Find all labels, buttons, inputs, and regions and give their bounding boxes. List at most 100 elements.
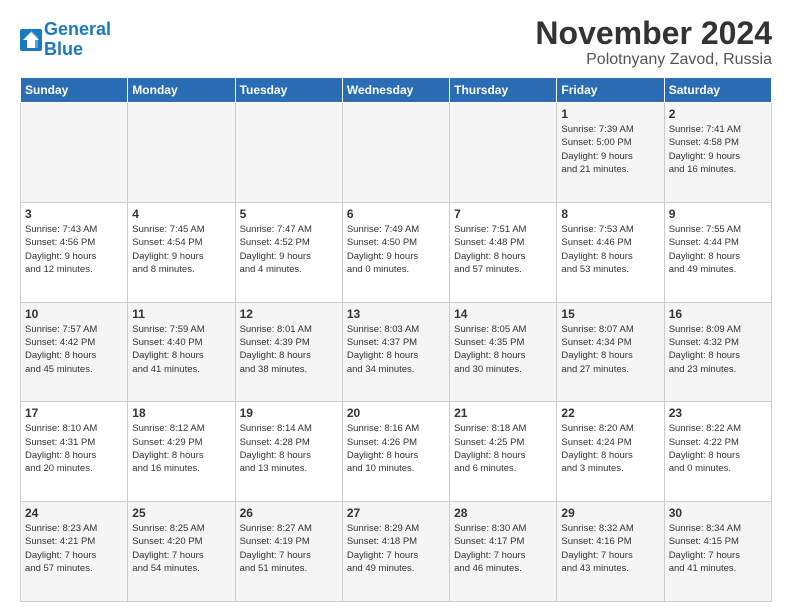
day-info: Sunrise: 7:39 AM Sunset: 5:00 PM Dayligh… bbox=[561, 123, 659, 176]
weekday-header-row: Sunday Monday Tuesday Wednesday Thursday… bbox=[21, 78, 772, 103]
day-number: 17 bbox=[25, 406, 123, 420]
header-friday: Friday bbox=[557, 78, 664, 103]
table-cell: 22Sunrise: 8:20 AM Sunset: 4:24 PM Dayli… bbox=[557, 402, 664, 502]
day-number: 18 bbox=[132, 406, 230, 420]
table-cell: 26Sunrise: 8:27 AM Sunset: 4:19 PM Dayli… bbox=[235, 502, 342, 602]
day-info: Sunrise: 8:03 AM Sunset: 4:37 PM Dayligh… bbox=[347, 323, 445, 376]
table-cell: 13Sunrise: 8:03 AM Sunset: 4:37 PM Dayli… bbox=[342, 302, 449, 402]
table-cell: 21 Sunrise: 8:18 AM Sunset: 4:25 PM Dayli… bbox=[450, 402, 557, 502]
table-cell bbox=[235, 103, 342, 203]
table-cell: 3 Sunrise: 7:43 AM Sunset: 4:56 PM Daylig… bbox=[21, 202, 128, 302]
day-number: 19 bbox=[240, 406, 338, 420]
day-number: 3 bbox=[25, 207, 123, 221]
day-info: Sunrise: 8:10 AM Sunset: 4:31 PM Dayligh… bbox=[25, 422, 123, 475]
table-cell: 18 Sunrise: 8:12 AM Sunset: 4:29 PM Dayli… bbox=[128, 402, 235, 502]
calendar-week-5: 24 Sunrise: 8:23 AM Sunset: 4:21 PM Dayli… bbox=[21, 502, 772, 602]
day-info: Sunrise: 7:45 AM Sunset: 4:54 PM Dayligh… bbox=[132, 223, 230, 276]
table-cell: 14Sunrise: 8:05 AM Sunset: 4:35 PM Dayli… bbox=[450, 302, 557, 402]
table-cell: 20 Sunrise: 8:16 AM Sunset: 4:26 PM Dayli… bbox=[342, 402, 449, 502]
day-info: Sunrise: 8:01 AM Sunset: 4:39 PM Dayligh… bbox=[240, 323, 338, 376]
day-number: 23 bbox=[669, 406, 767, 420]
logo-text: General Blue bbox=[44, 20, 111, 60]
day-info: Sunrise: 8:29 AM Sunset: 4:18 PM Dayligh… bbox=[347, 522, 445, 575]
day-number: 7 bbox=[454, 207, 552, 221]
table-cell: 15 Sunrise: 8:07 AM Sunset: 4:34 PM Dayli… bbox=[557, 302, 664, 402]
day-info: Sunrise: 7:53 AM Sunset: 4:46 PM Dayligh… bbox=[561, 223, 659, 276]
header-saturday: Saturday bbox=[664, 78, 771, 103]
day-number: 21 bbox=[454, 406, 552, 420]
table-cell: 19Sunrise: 8:14 AM Sunset: 4:28 PM Dayli… bbox=[235, 402, 342, 502]
calendar-week-2: 3 Sunrise: 7:43 AM Sunset: 4:56 PM Daylig… bbox=[21, 202, 772, 302]
calendar-subtitle: Polotnyany Zavod, Russia bbox=[535, 51, 772, 69]
header: General Blue November 2024 Polotnyany Za… bbox=[20, 16, 772, 69]
day-info: Sunrise: 8:23 AM Sunset: 4:21 PM Dayligh… bbox=[25, 522, 123, 575]
table-cell bbox=[450, 103, 557, 203]
table-cell: 16 Sunrise: 8:09 AM Sunset: 4:32 PM Dayli… bbox=[664, 302, 771, 402]
day-info: Sunrise: 8:34 AM Sunset: 4:15 PM Dayligh… bbox=[669, 522, 767, 575]
day-info: Sunrise: 7:43 AM Sunset: 4:56 PM Dayligh… bbox=[25, 223, 123, 276]
day-info: Sunrise: 8:16 AM Sunset: 4:26 PM Dayligh… bbox=[347, 422, 445, 475]
calendar-week-3: 10Sunrise: 7:57 AM Sunset: 4:42 PM Dayli… bbox=[21, 302, 772, 402]
day-info: Sunrise: 8:05 AM Sunset: 4:35 PM Dayligh… bbox=[454, 323, 552, 376]
day-number: 6 bbox=[347, 207, 445, 221]
table-cell: 2 Sunrise: 7:41 AM Sunset: 4:58 PM Daylig… bbox=[664, 103, 771, 203]
day-number: 29 bbox=[561, 506, 659, 520]
header-tuesday: Tuesday bbox=[235, 78, 342, 103]
header-wednesday: Wednesday bbox=[342, 78, 449, 103]
day-number: 15 bbox=[561, 307, 659, 321]
day-number: 28 bbox=[454, 506, 552, 520]
table-cell: 8 Sunrise: 7:53 AM Sunset: 4:46 PM Daylig… bbox=[557, 202, 664, 302]
day-number: 1 bbox=[561, 107, 659, 121]
day-info: Sunrise: 8:07 AM Sunset: 4:34 PM Dayligh… bbox=[561, 323, 659, 376]
calendar-title: November 2024 bbox=[535, 16, 772, 51]
day-info: Sunrise: 7:41 AM Sunset: 4:58 PM Dayligh… bbox=[669, 123, 767, 176]
calendar-table: Sunday Monday Tuesday Wednesday Thursday… bbox=[20, 77, 772, 602]
day-info: Sunrise: 7:55 AM Sunset: 4:44 PM Dayligh… bbox=[669, 223, 767, 276]
day-info: Sunrise: 8:27 AM Sunset: 4:19 PM Dayligh… bbox=[240, 522, 338, 575]
day-info: Sunrise: 7:59 AM Sunset: 4:40 PM Dayligh… bbox=[132, 323, 230, 376]
day-info: Sunrise: 8:25 AM Sunset: 4:20 PM Dayligh… bbox=[132, 522, 230, 575]
day-number: 16 bbox=[669, 307, 767, 321]
day-info: Sunrise: 7:57 AM Sunset: 4:42 PM Dayligh… bbox=[25, 323, 123, 376]
day-number: 4 bbox=[132, 207, 230, 221]
table-cell: 7 Sunrise: 7:51 AM Sunset: 4:48 PM Daylig… bbox=[450, 202, 557, 302]
day-number: 24 bbox=[25, 506, 123, 520]
header-monday: Monday bbox=[128, 78, 235, 103]
table-cell: 6Sunrise: 7:49 AM Sunset: 4:50 PM Daylig… bbox=[342, 202, 449, 302]
title-block: November 2024 Polotnyany Zavod, Russia bbox=[535, 16, 772, 69]
day-number: 11 bbox=[132, 307, 230, 321]
day-info: Sunrise: 8:22 AM Sunset: 4:22 PM Dayligh… bbox=[669, 422, 767, 475]
logo-icon bbox=[20, 29, 42, 51]
day-number: 5 bbox=[240, 207, 338, 221]
day-number: 20 bbox=[347, 406, 445, 420]
day-number: 12 bbox=[240, 307, 338, 321]
table-cell: 23 Sunrise: 8:22 AM Sunset: 4:22 PM Dayli… bbox=[664, 402, 771, 502]
day-number: 25 bbox=[132, 506, 230, 520]
table-cell: 11 Sunrise: 7:59 AM Sunset: 4:40 PM Dayli… bbox=[128, 302, 235, 402]
day-info: Sunrise: 8:12 AM Sunset: 4:29 PM Dayligh… bbox=[132, 422, 230, 475]
table-cell: 17 Sunrise: 8:10 AM Sunset: 4:31 PM Dayli… bbox=[21, 402, 128, 502]
table-cell: 30 Sunrise: 8:34 AM Sunset: 4:15 PM Dayli… bbox=[664, 502, 771, 602]
table-cell: 4 Sunrise: 7:45 AM Sunset: 4:54 PM Daylig… bbox=[128, 202, 235, 302]
day-number: 8 bbox=[561, 207, 659, 221]
day-number: 2 bbox=[669, 107, 767, 121]
day-info: Sunrise: 8:30 AM Sunset: 4:17 PM Dayligh… bbox=[454, 522, 552, 575]
day-info: Sunrise: 7:51 AM Sunset: 4:48 PM Dayligh… bbox=[454, 223, 552, 276]
day-info: Sunrise: 8:18 AM Sunset: 4:25 PM Dayligh… bbox=[454, 422, 552, 475]
logo: General Blue bbox=[20, 20, 111, 60]
day-number: 27 bbox=[347, 506, 445, 520]
calendar-week-4: 17 Sunrise: 8:10 AM Sunset: 4:31 PM Dayli… bbox=[21, 402, 772, 502]
table-cell: 12 Sunrise: 8:01 AM Sunset: 4:39 PM Dayli… bbox=[235, 302, 342, 402]
day-info: Sunrise: 8:09 AM Sunset: 4:32 PM Dayligh… bbox=[669, 323, 767, 376]
table-cell: 5Sunrise: 7:47 AM Sunset: 4:52 PM Daylig… bbox=[235, 202, 342, 302]
day-number: 9 bbox=[669, 207, 767, 221]
day-number: 30 bbox=[669, 506, 767, 520]
table-cell bbox=[128, 103, 235, 203]
table-cell bbox=[342, 103, 449, 203]
table-cell: 28 Sunrise: 8:30 AM Sunset: 4:17 PM Dayli… bbox=[450, 502, 557, 602]
header-thursday: Thursday bbox=[450, 78, 557, 103]
table-cell: 1 Sunrise: 7:39 AM Sunset: 5:00 PM Daylig… bbox=[557, 103, 664, 203]
calendar-week-1: 1 Sunrise: 7:39 AM Sunset: 5:00 PM Daylig… bbox=[21, 103, 772, 203]
header-sunday: Sunday bbox=[21, 78, 128, 103]
table-cell: 25 Sunrise: 8:25 AM Sunset: 4:20 PM Dayli… bbox=[128, 502, 235, 602]
